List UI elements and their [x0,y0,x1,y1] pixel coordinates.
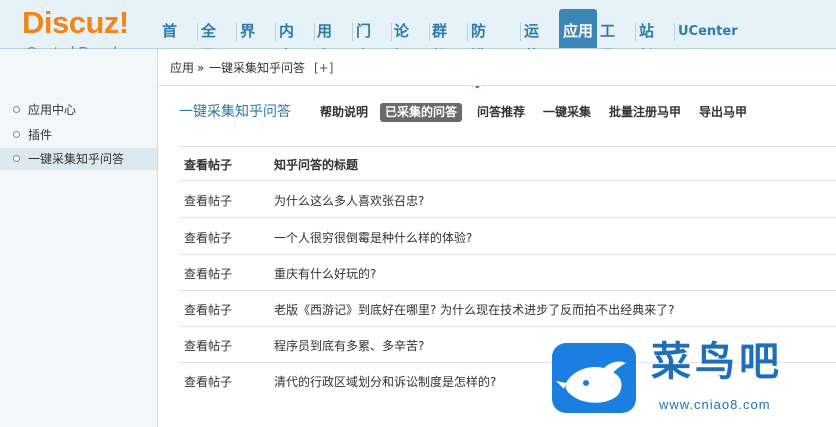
watermark-bird-icon [552,343,636,413]
sidebar-item-label: 一键采集知乎问答 [28,152,125,166]
nav-item-users[interactable]: 用户 [317,19,332,65]
nav-item-portal[interactable]: 门户 [356,19,371,65]
table-divider [179,217,836,218]
nav-item-tools[interactable]: 工具 [600,19,615,65]
breadcrumb-root[interactable]: 应用 [170,60,194,76]
sidebar-item-label: 插件 [28,128,53,142]
nav-separator [520,23,521,41]
tab-collected[interactable]: 已采集的问答 [380,103,463,122]
nav-separator [197,23,198,41]
view-post-link[interactable]: 查看帖子 [184,266,232,282]
view-post-link[interactable]: 查看帖子 [184,338,232,354]
nav-item-group[interactable]: 群组 [432,19,447,65]
question-title[interactable]: 为什么这么多人喜欢张召忠? [274,193,424,209]
tab-export[interactable]: 导出马甲 [699,103,747,122]
nav-separator [352,23,353,41]
page-title: 一键采集知乎问答 [179,104,291,120]
watermark-url: www.cniao8.com [659,397,771,412]
tab-batch-register[interactable]: 批量注册马甲 [609,103,681,122]
nav-item-interface[interactable]: 界面 [240,19,255,65]
question-title[interactable]: 程序员到底有多累、多辛苦? [274,338,424,354]
question-title[interactable]: 清代的行政区域划分和诉讼制度是怎样的? [274,374,496,390]
nav-separator [674,23,675,41]
breadcrumb-current: 一键采集知乎问答 [209,61,306,75]
bird-icon [556,361,626,403]
breadcrumb: 应用 » 一键采集知乎问答 [+] [158,49,836,86]
bullet-icon [13,131,20,138]
column-header-title: 知乎问答的标题 [274,158,359,172]
table-divider [179,326,836,327]
sidebar-item-label: 应用中心 [28,103,77,117]
nav-separator [314,23,315,41]
sidebar-item-zhihu-collector[interactable]: 一键采集知乎问答 [0,148,157,170]
question-title[interactable]: 重庆有什么好玩的? [274,266,376,282]
nav-item-apps[interactable]: 应用 [559,9,597,48]
view-post-link[interactable]: 查看帖子 [184,302,232,318]
sidebar-item-plugins[interactable]: 插件 [0,124,157,146]
nav-item-content[interactable]: 内容 [279,19,294,65]
nav-separator [275,23,276,41]
watermark-text: 菜鸟吧 [651,339,783,384]
view-post-link[interactable]: 查看帖子 [184,230,232,246]
nav-item-forum[interactable]: 论坛 [394,19,409,65]
nav-item-antispam[interactable]: 防灌水 [471,19,486,90]
table-divider [179,254,836,255]
nav-separator [236,23,237,41]
nav-separator [429,23,430,41]
nav-item-operation[interactable]: 运营 [524,19,539,65]
nav-item-webmaster[interactable]: 站长 [639,19,654,65]
nav-item-home[interactable]: 首页 [162,19,177,65]
bullet-icon [13,155,20,162]
add-shortcut-button[interactable]: [+] [314,60,333,76]
nav-item-global[interactable]: 全局 [201,19,216,65]
breadcrumb-separator: » [197,61,205,75]
column-header-action: 查看帖子 [184,158,233,172]
view-post-link[interactable]: 查看帖子 [184,374,232,390]
table-divider [179,180,836,181]
tab-one-click[interactable]: 一键采集 [543,103,591,122]
bullet-icon [13,106,20,113]
top-header: Discuz! 首页 全局 界面 内容 用户 门户 论坛 群组 防灌水 运营 应… [0,0,836,90]
tab-recommend[interactable]: 问答推荐 [477,103,525,122]
nav-separator [467,23,468,41]
tab-help[interactable]: 帮助说明 [320,103,368,122]
question-title[interactable]: 一个人很穷很倒霉是种什么样的体验? [274,230,472,246]
nav-separator [391,23,392,41]
logo-wordmark: Discuz! [22,5,129,40]
sidebar: 应用中心 插件 一键采集知乎问答 [0,49,158,427]
view-post-link[interactable]: 查看帖子 [184,193,232,209]
question-title[interactable]: 老版《西游记》到底好在哪里? 为什么现在技术进步了反而拍不出经典来了? [274,302,675,318]
nav-separator [635,23,636,41]
table-divider [179,290,836,291]
nav-item-ucenter[interactable]: UCenter [678,19,738,44]
table-top-border [179,146,836,147]
discuz-logo[interactable]: Discuz! [0,0,158,48]
sidebar-item-app-center[interactable]: 应用中心 [0,99,157,121]
